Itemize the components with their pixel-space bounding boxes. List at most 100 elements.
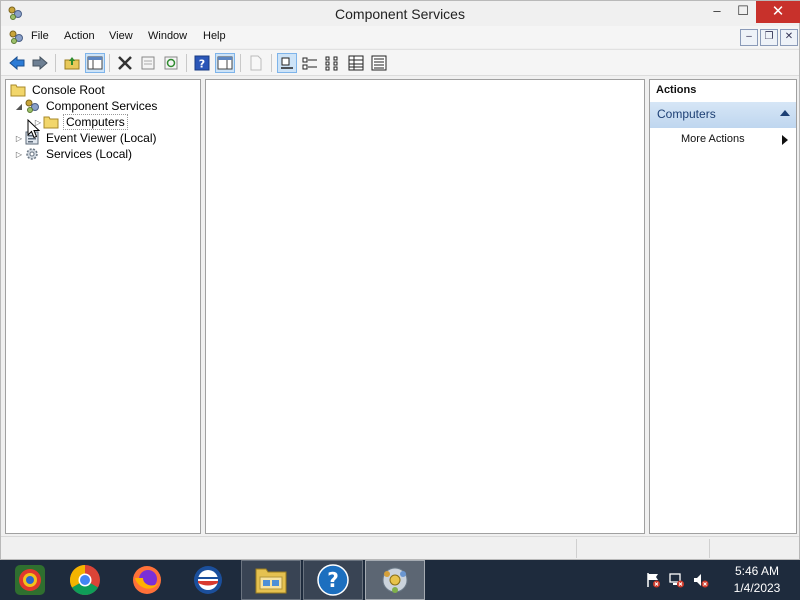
tree-item-computers[interactable]: ▷ Computers bbox=[33, 114, 128, 130]
tree-item-label: Component Services bbox=[46, 99, 158, 113]
expand-arrow-icon[interactable]: ▷ bbox=[14, 150, 24, 159]
list-view-icon bbox=[325, 56, 338, 71]
folder-icon bbox=[43, 114, 59, 130]
collapse-arrow-icon[interactable]: ◢ bbox=[14, 102, 24, 111]
properties-icon bbox=[141, 56, 155, 70]
mmc-document-icon[interactable] bbox=[8, 29, 24, 45]
forward-icon bbox=[32, 56, 48, 70]
taskbar-file-explorer[interactable] bbox=[241, 560, 301, 600]
volume-muted-icon[interactable] bbox=[693, 572, 709, 588]
more-actions-link[interactable]: More Actions bbox=[681, 133, 745, 145]
system-clock[interactable]: 5:46 AM 1/4/2023 bbox=[720, 563, 794, 597]
menu-view[interactable]: View bbox=[109, 30, 133, 42]
maximize-button[interactable]: ☐ bbox=[729, 1, 757, 23]
main-window: Component Services – ☐ ✕ File Action Vie… bbox=[0, 0, 800, 560]
forward-button[interactable] bbox=[30, 53, 50, 73]
menu-help[interactable]: Help bbox=[203, 30, 226, 42]
title-bar[interactable]: Component Services – ☐ ✕ bbox=[1, 1, 800, 26]
mdi-close-button[interactable]: ✕ bbox=[780, 29, 798, 46]
status-divider bbox=[709, 539, 710, 558]
menu-window[interactable]: Window bbox=[148, 30, 187, 42]
new-button[interactable] bbox=[246, 53, 266, 73]
services-icon bbox=[24, 146, 40, 162]
taskbar-component-services[interactable] bbox=[365, 560, 425, 600]
tree-item-label: Services (Local) bbox=[46, 147, 133, 161]
outlook-web-icon bbox=[194, 566, 222, 594]
menu-file[interactable]: File bbox=[31, 30, 49, 42]
file-explorer-icon bbox=[255, 568, 287, 594]
up-one-level-button[interactable] bbox=[62, 53, 82, 73]
show-hide-action-pane-button[interactable] bbox=[215, 53, 235, 73]
minimize-button[interactable]: – bbox=[703, 1, 731, 23]
firefox-icon bbox=[133, 566, 161, 594]
toolbar-separator bbox=[55, 54, 56, 72]
small-icons-view-icon bbox=[302, 57, 317, 70]
help-icon: ? bbox=[194, 55, 210, 71]
console-tree-pane[interactable]: Console Root ◢ Component Services ▷ Comp… bbox=[5, 79, 201, 534]
mdi-restore-button[interactable]: ❐ bbox=[760, 29, 778, 46]
up-one-level-icon bbox=[64, 57, 80, 70]
refresh-icon bbox=[164, 56, 178, 70]
component-services-icon bbox=[24, 98, 40, 114]
window-title: Component Services bbox=[335, 6, 465, 22]
taskbar-chrome[interactable] bbox=[55, 560, 115, 600]
actions-group-computers[interactable]: Computers bbox=[650, 102, 796, 128]
back-button[interactable] bbox=[7, 53, 27, 73]
folder-icon bbox=[10, 82, 26, 98]
show-hide-action-pane-icon bbox=[217, 56, 233, 70]
network-icon[interactable] bbox=[669, 572, 685, 588]
list-view-button[interactable] bbox=[323, 53, 343, 73]
help-button[interactable]: ? bbox=[192, 53, 212, 73]
svg-text:?: ? bbox=[199, 58, 205, 71]
properties-button[interactable] bbox=[138, 53, 158, 73]
taskbar-outlook-web[interactable] bbox=[178, 560, 238, 600]
show-hide-console-tree-icon bbox=[87, 56, 103, 70]
actions-group-label: Computers bbox=[657, 107, 716, 121]
tree-item-services[interactable]: ▷ Services (Local) bbox=[14, 146, 134, 162]
taskbar-firefox[interactable] bbox=[117, 560, 177, 600]
taskbar: ? 5:46 AM 1/4/2023 bbox=[0, 560, 800, 600]
tree-item-component-services[interactable]: ◢ Component Services bbox=[14, 98, 159, 114]
svg-text:?: ? bbox=[327, 568, 339, 592]
actions-header: Actions bbox=[656, 84, 697, 96]
tree-item-label: Computers bbox=[63, 114, 128, 130]
close-button[interactable]: ✕ bbox=[756, 1, 800, 23]
large-icons-view-icon bbox=[281, 57, 293, 69]
expand-arrow-icon[interactable]: ▷ bbox=[14, 134, 24, 143]
small-icons-view-button[interactable] bbox=[300, 53, 320, 73]
tree-item-console-root[interactable]: Console Root bbox=[10, 82, 107, 98]
start-button[interactable] bbox=[0, 560, 60, 600]
tree-item-label: Event Viewer (Local) bbox=[46, 131, 157, 145]
collapse-caret-icon[interactable] bbox=[780, 110, 790, 116]
show-hide-console-tree-button[interactable] bbox=[85, 53, 105, 73]
help-icon: ? bbox=[317, 564, 349, 596]
clock-date: 1/4/2023 bbox=[733, 581, 781, 595]
component-services-icon bbox=[382, 567, 408, 593]
back-icon bbox=[9, 56, 25, 70]
refresh-button[interactable] bbox=[161, 53, 181, 73]
status-view-icon bbox=[371, 55, 387, 71]
menu-action[interactable]: Action bbox=[64, 30, 95, 42]
taskbar-help[interactable]: ? bbox=[303, 560, 363, 600]
detail-view-button[interactable] bbox=[346, 53, 366, 73]
status-view-button[interactable] bbox=[369, 53, 389, 73]
toolbar: ? bbox=[1, 49, 799, 76]
status-divider bbox=[576, 539, 577, 558]
delete-icon bbox=[118, 56, 132, 70]
toolbar-separator bbox=[240, 54, 241, 72]
new-icon bbox=[250, 55, 262, 71]
large-icons-view-button[interactable] bbox=[277, 53, 297, 73]
detail-view-icon bbox=[348, 55, 364, 71]
action-center-icon[interactable] bbox=[645, 572, 661, 588]
mdi-minimize-button[interactable]: – bbox=[740, 29, 758, 46]
submenu-arrow-icon[interactable] bbox=[782, 135, 788, 145]
start-orb-icon bbox=[15, 565, 45, 595]
toolbar-separator bbox=[186, 54, 187, 72]
chrome-icon bbox=[69, 565, 100, 596]
delete-button[interactable] bbox=[115, 53, 135, 73]
clock-time: 5:46 AM bbox=[734, 564, 780, 578]
mouse-cursor-icon bbox=[27, 119, 40, 139]
results-pane[interactable] bbox=[205, 79, 645, 534]
status-bar bbox=[1, 536, 799, 559]
actions-pane: Actions Computers More Actions bbox=[649, 79, 797, 534]
